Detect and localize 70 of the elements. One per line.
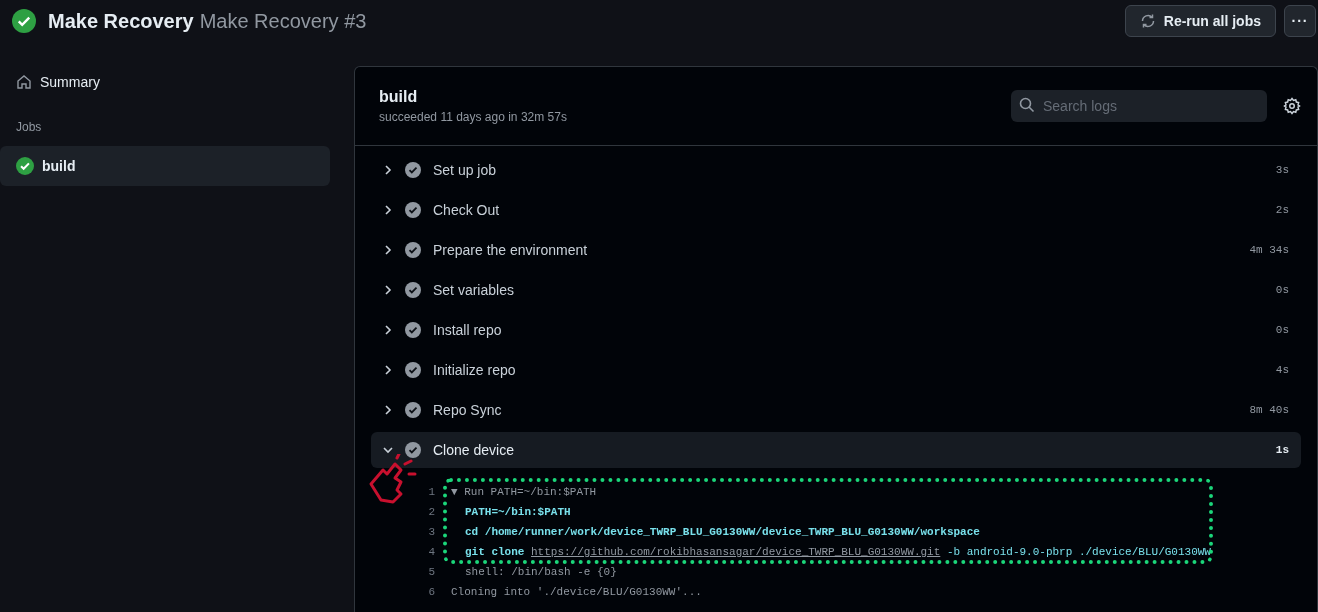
line-number: 5 (427, 566, 435, 578)
check-circle-icon (405, 242, 421, 258)
step-name: Initialize repo (433, 362, 517, 378)
check-circle-icon (405, 282, 421, 298)
log-text: cd /home/runner/work/device_TWRP_BLU_G0130WW/device_TWRP_BLU_G0130WW/workspace (465, 526, 980, 538)
step-row[interactable]: Check Out 2s (371, 192, 1301, 228)
chevron-icon (383, 445, 393, 455)
job-subtitle: succeeded 11 days ago in 32m 57s (379, 110, 568, 124)
step-row[interactable]: Set variables 0s (371, 272, 1301, 308)
step-duration: 0s (1275, 284, 1289, 296)
step-duration: 8m 40s (1249, 404, 1289, 416)
step-row[interactable]: Install repo 0s (371, 312, 1301, 348)
step-name: Set up job (433, 162, 498, 178)
step-name: Clone device (433, 442, 515, 458)
search-icon (1019, 97, 1035, 113)
log-text: Cloning into './device/BLU/G0130WW'... (451, 586, 702, 598)
chevron-icon (383, 325, 393, 335)
line-number: 4 (427, 546, 435, 558)
chevron-icon (383, 205, 393, 215)
line-number: 2 (427, 506, 435, 518)
step-duration: 1s (1275, 444, 1289, 456)
line-number: 6 (427, 586, 435, 598)
step-row[interactable]: Prepare the environment 4m 34s (371, 232, 1301, 268)
success-check-icon (16, 157, 34, 175)
jobs-heading: Jobs (15, 119, 43, 136)
workflow-title: Make Recovery (48, 9, 194, 33)
step-duration: 2s (1275, 204, 1289, 216)
line-number: 3 (427, 526, 435, 538)
step-name: Set variables (433, 282, 515, 298)
job-item[interactable]: build (0, 146, 330, 186)
step-name: Install repo (433, 322, 503, 338)
log-text: PATH=~/bin:$PATH (465, 506, 571, 518)
job-title: build (379, 88, 419, 106)
sync-icon (1139, 13, 1156, 29)
check-circle-icon (405, 322, 421, 338)
step-duration: 3s (1275, 164, 1289, 176)
run-title: Make Recovery #3 (199, 9, 367, 33)
log-text: git clone (465, 546, 525, 558)
check-circle-icon (405, 442, 421, 458)
chevron-icon (383, 405, 393, 415)
rerun-all-jobs-button[interactable]: Re-run all jobs (1124, 5, 1276, 37)
chevron-icon (383, 165, 393, 175)
chevron-icon (383, 245, 393, 255)
log-text: ▼ Run PATH=~/bin:$PATH (451, 486, 597, 498)
step-row[interactable]: Repo Sync 8m 40s (371, 392, 1301, 428)
step-name: Check Out (433, 202, 501, 218)
step-duration: 4m 34s (1249, 244, 1289, 256)
log-text: shell: /bin/bash -e {0} (465, 566, 617, 578)
check-circle-icon (405, 162, 421, 178)
chevron-icon (383, 285, 393, 295)
step-name: Repo Sync (433, 402, 503, 418)
step-row[interactable]: Clone device 1s (371, 432, 1301, 468)
step-duration: 0s (1275, 324, 1289, 336)
search-logs-field[interactable]: Search logs (1011, 90, 1267, 122)
check-circle-icon (405, 202, 421, 218)
log-link[interactable]: https://github.com/rokibhasansagar/device_TWRP_BLU_G0130WW.git (531, 546, 941, 558)
check-circle-icon (405, 362, 421, 378)
step-name: Prepare the environment (433, 242, 589, 258)
log-text: -b android-9.0-pbrp ./device/BLU/G0130WW (946, 546, 1211, 558)
success-check-icon (12, 9, 36, 33)
step-row[interactable]: Initialize repo 4s (371, 352, 1301, 388)
summary-link[interactable]: Summary (0, 66, 330, 98)
settings-icon[interactable] (1283, 97, 1301, 115)
check-circle-icon (405, 402, 421, 418)
home-icon (16, 74, 32, 90)
step-duration: 4s (1275, 364, 1289, 376)
step-row[interactable]: Set up job 3s (371, 152, 1301, 188)
more-options-button[interactable]: ··· (1284, 5, 1316, 37)
line-number: 1 (427, 486, 435, 498)
chevron-icon (383, 365, 393, 375)
